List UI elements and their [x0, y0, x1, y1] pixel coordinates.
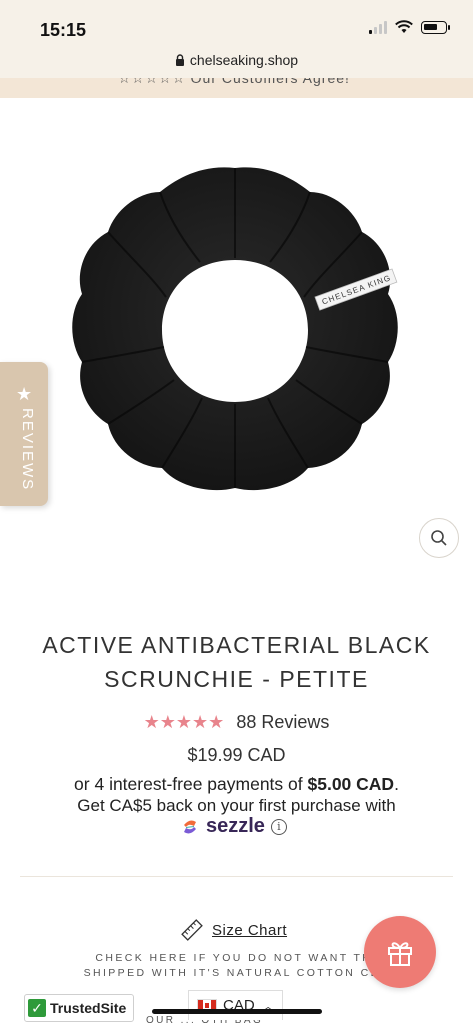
battery-icon — [421, 20, 450, 34]
reviews-tab-label: REVIEWS — [19, 408, 36, 492]
size-chart-row[interactable]: Size Chart — [180, 918, 287, 942]
reviews-side-tab[interactable]: ★ REVIEWS — [0, 362, 48, 506]
review-count[interactable]: 88 Reviews — [236, 712, 329, 733]
sezzle-logo-icon — [184, 820, 196, 833]
installments-suffix: . — [394, 774, 399, 794]
currency-selector[interactable]: CAD ︿ — [188, 990, 283, 1020]
promo-text[interactable]: ☆☆☆☆☆ Our Customers Agree! — [118, 78, 350, 87]
star-icon: ★ — [16, 384, 33, 404]
trustedsite-badge[interactable]: ✓ TrustedSite — [24, 994, 134, 1022]
installments-amount: $5.00 CAD — [307, 774, 395, 794]
check-icon: ✓ — [28, 999, 46, 1017]
cashback-text: Get CA$5 back on your first purchase wit… — [77, 796, 396, 815]
product-title-line1: ACTIVE ANTIBACTERIAL BLACK — [42, 632, 431, 658]
status-time: 15:15 — [40, 20, 87, 40]
divider — [20, 876, 453, 877]
product-title-line2: SCRUNCHIE - PETITE — [104, 666, 369, 692]
ruler-icon — [181, 919, 203, 941]
product-image[interactable]: CHELSEA KING — [70, 162, 400, 497]
product-title: ACTIVE ANTIBACTERIAL BLACK SCRUNCHIE - P… — [0, 628, 473, 696]
zoom-button[interactable] — [419, 518, 459, 558]
installments-text: or 4 interest-free payments of $5.00 CAD… — [0, 774, 473, 795]
sezzle-badge[interactable]: sezzle i — [180, 815, 287, 838]
home-indicator — [152, 1009, 322, 1014]
installments-prefix: or 4 interest-free payments of — [74, 774, 308, 794]
rating-row[interactable]: ★★★★★ 88 Reviews — [0, 712, 473, 733]
info-icon[interactable]: i — [270, 818, 287, 835]
size-chart-link[interactable]: Size Chart — [212, 922, 287, 939]
product-price: $19.99 CAD — [187, 745, 286, 765]
gift-button[interactable] — [364, 916, 436, 988]
trustedsite-label: TrustedSite — [50, 1000, 127, 1016]
promo-banner: ☆☆☆☆☆ Our Customers Agree! — [0, 78, 473, 98]
gift-icon — [388, 942, 412, 966]
address-bar[interactable]: chelseaking.shop — [0, 48, 473, 78]
magnifier-icon — [431, 530, 447, 546]
rating-stars[interactable]: ★★★★★ — [144, 712, 225, 733]
status-icons — [369, 20, 450, 34]
signal-icon — [369, 20, 387, 34]
sezzle-brand: sezzle — [206, 815, 265, 837]
status-bar: 15:15 — [0, 0, 473, 48]
url-text[interactable]: chelseaking.shop — [190, 52, 298, 68]
lock-icon — [175, 54, 184, 66]
wifi-icon — [395, 20, 413, 33]
